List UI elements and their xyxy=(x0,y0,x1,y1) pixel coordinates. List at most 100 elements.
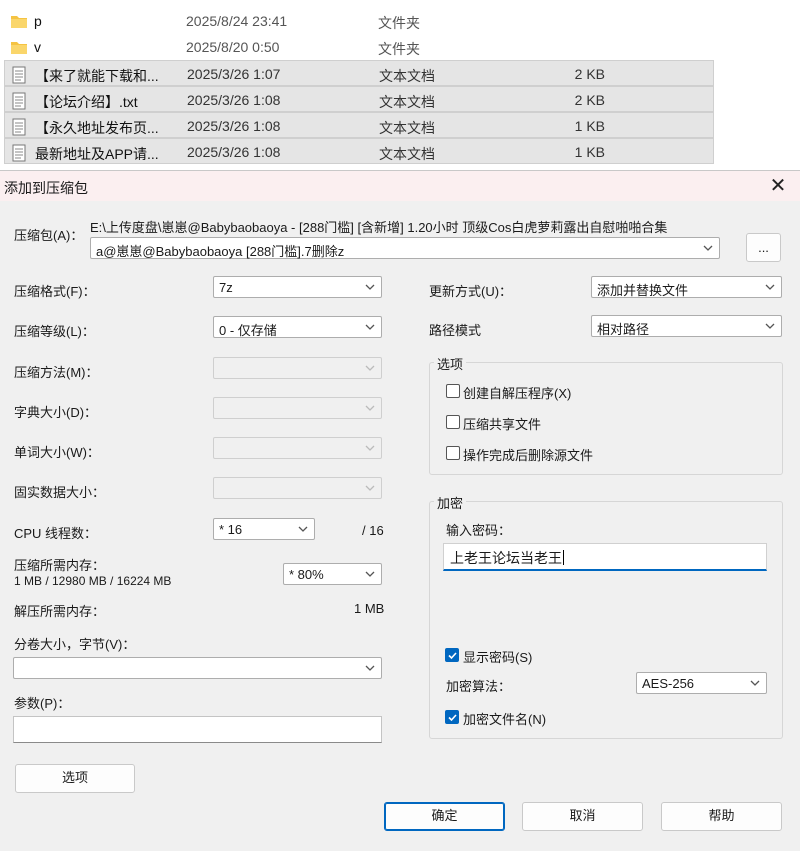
params-input[interactable] xyxy=(13,716,382,743)
folder-icon xyxy=(10,13,28,29)
file-row-p[interactable]: p 2025/8/24 23:41 文件夹 xyxy=(4,8,714,34)
format-value: 7z xyxy=(219,280,233,295)
shared-files-checkbox[interactable] xyxy=(446,415,460,429)
file-type: 文本文档 xyxy=(379,94,435,110)
solid-label: 固实数据大小： xyxy=(14,485,106,500)
encrypt-method-label: 加密算法： xyxy=(446,679,512,694)
cancel-button[interactable]: 取消 xyxy=(522,802,643,831)
cpu-label: CPU 线程数： xyxy=(14,526,98,541)
file-row-v[interactable]: v 2025/8/20 0:50 文件夹 xyxy=(4,34,714,60)
file-size: 2 KB xyxy=(574,66,605,82)
delete-after-label: 操作完成后删除源文件 xyxy=(463,448,594,463)
file-type: 文件夹 xyxy=(378,41,420,57)
chevron-down-icon xyxy=(365,405,375,411)
archive-path: E:\上传度盘\崽崽@Babybaobaoya - [288门槛] [含新增] … xyxy=(90,220,668,235)
file-size: 1 KB xyxy=(574,118,605,134)
word-select xyxy=(213,437,382,459)
chevron-down-icon xyxy=(298,526,308,532)
file-date: 2025/3/26 1:08 xyxy=(187,118,281,134)
password-value: 上老王论坛当老王 xyxy=(450,550,562,566)
folder-icon xyxy=(10,39,28,55)
archive-name-combo[interactable]: a@崽崽@Babybaobaoya [288门槛].7删除z xyxy=(90,237,720,259)
help-button[interactable]: 帮助 xyxy=(661,802,782,831)
archive-name-value: a@崽崽@Babybaobaoya [288门槛].7删除z xyxy=(96,244,345,259)
text-file-icon xyxy=(11,144,29,162)
text-caret xyxy=(563,550,564,565)
level-select[interactable]: 0 - 仅存储 xyxy=(213,316,382,338)
update-label: 更新方式(U)： xyxy=(429,284,513,299)
chevron-down-icon xyxy=(765,284,775,290)
file-row-selected[interactable]: 【论坛介绍】.txt 2025/3/26 1:08 文本文档 2 KB xyxy=(4,86,714,112)
file-name: 【论坛介绍】.txt xyxy=(35,94,138,110)
path-mode-label: 路径模式 xyxy=(429,323,482,338)
file-date: 2025/8/24 23:41 xyxy=(186,13,288,29)
encrypt-method-value: AES-256 xyxy=(642,676,695,691)
password-label: 输入密码： xyxy=(446,523,512,538)
file-size: 2 KB xyxy=(574,92,605,108)
encrypt-names-label: 加密文件名(N) xyxy=(463,712,547,727)
show-password-label: 显示密码(S) xyxy=(463,650,533,665)
file-type: 文件夹 xyxy=(378,15,420,31)
show-password-checkbox[interactable] xyxy=(445,648,459,662)
update-mode-value: 添加并替换文件 xyxy=(597,283,689,298)
text-file-icon xyxy=(11,118,29,136)
chevron-down-icon xyxy=(365,445,375,451)
check-icon xyxy=(448,714,457,722)
dialog-titlebar[interactable]: 添加到压缩包 ✕ xyxy=(0,171,800,201)
dict-label: 字典大小(D)： xyxy=(14,405,98,420)
mem-usage-value: * 80% xyxy=(289,567,324,582)
password-input[interactable]: 上老王论坛当老王 xyxy=(443,543,767,571)
file-date: 2025/3/26 1:08 xyxy=(187,144,281,160)
word-label: 单词大小(W)： xyxy=(14,445,100,460)
cpu-threads-value: * 16 xyxy=(219,522,243,537)
file-row-selected[interactable]: 【来了就能下载和... 2025/3/26 1:07 文本文档 2 KB xyxy=(4,60,714,86)
mem-label: 压缩所需内存： xyxy=(14,558,106,573)
volume-size-select[interactable] xyxy=(13,657,382,679)
level-value: 0 - 仅存储 xyxy=(219,323,277,338)
format-label: 压缩格式(F)： xyxy=(14,284,96,299)
file-type: 文本文档 xyxy=(379,68,435,84)
decomp-mem-label: 解压所需内存： xyxy=(14,604,106,619)
browse-button[interactable]: ... xyxy=(746,233,781,262)
ok-button[interactable]: 确定 xyxy=(384,802,505,831)
volume-label: 分卷大小，字节(V)： xyxy=(14,637,136,652)
chevron-down-icon xyxy=(365,665,375,671)
dialog-title: 添加到压缩包 xyxy=(4,180,88,196)
cpu-threads-select[interactable]: * 16 xyxy=(213,518,315,540)
decomp-mem-value: 1 MB xyxy=(354,601,385,616)
delete-after-checkbox[interactable] xyxy=(446,446,460,460)
file-name: v xyxy=(34,39,41,55)
update-mode-select[interactable]: 添加并替换文件 xyxy=(591,276,782,298)
chevron-down-icon xyxy=(365,284,375,290)
file-name: 最新地址及APP请... xyxy=(35,146,159,162)
options-button[interactable]: 选项 xyxy=(15,764,135,793)
path-mode-select[interactable]: 相对路径 xyxy=(591,315,782,337)
encrypt-names-checkbox[interactable] xyxy=(445,710,459,724)
chevron-down-icon xyxy=(365,571,375,577)
sfx-checkbox[interactable] xyxy=(446,384,460,398)
chevron-down-icon xyxy=(765,323,775,329)
mem-usage-select[interactable]: * 80% xyxy=(283,563,382,585)
close-icon[interactable]: ✕ xyxy=(766,174,790,198)
file-size: 1 KB xyxy=(574,144,605,160)
path-mode-value: 相对路径 xyxy=(597,322,650,337)
file-name: p xyxy=(34,13,42,29)
file-row-selected[interactable]: 【永久地址发布页... 2025/3/26 1:08 文本文档 1 KB xyxy=(4,112,714,138)
format-select[interactable]: 7z xyxy=(213,276,382,298)
shared-files-label: 压缩共享文件 xyxy=(463,417,542,432)
archive-label: 压缩包(A)： xyxy=(14,228,84,243)
encrypt-method-select[interactable]: AES-256 xyxy=(636,672,767,694)
text-file-icon xyxy=(11,66,29,84)
method-label: 压缩方法(M)： xyxy=(14,365,99,380)
encryption-group-title: 加密 xyxy=(434,493,467,512)
file-row-selected[interactable]: 最新地址及APP请... 2025/3/26 1:08 文本文档 1 KB xyxy=(4,138,714,164)
dict-select xyxy=(213,397,382,419)
mem-detail: 1 MB / 12980 MB / 16224 MB xyxy=(14,574,172,588)
method-select xyxy=(213,357,382,379)
chevron-down-icon xyxy=(365,365,375,371)
file-name: 【来了就能下载和... xyxy=(35,68,159,84)
file-type: 文本文档 xyxy=(379,120,435,136)
cpu-threads-max: / 16 xyxy=(362,523,384,538)
level-label: 压缩等级(L)： xyxy=(14,324,95,339)
chevron-down-icon xyxy=(750,680,760,686)
